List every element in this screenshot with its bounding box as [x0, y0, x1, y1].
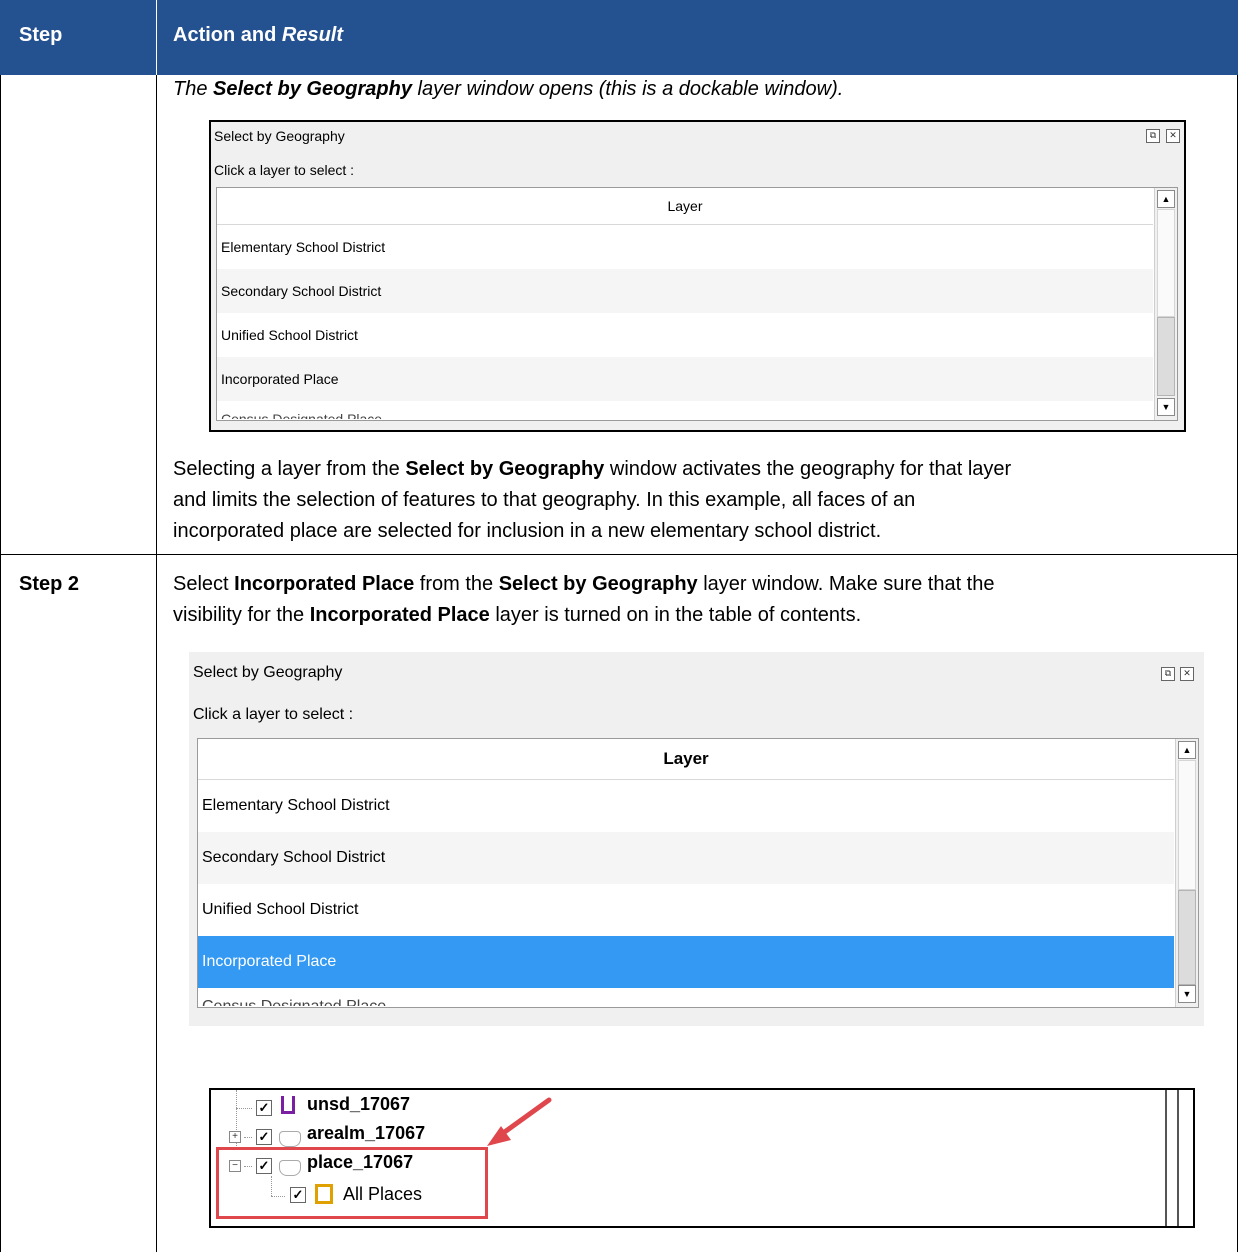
toc-item-arealm[interactable]: arealm_17067 [307, 1123, 425, 1144]
list-item[interactable]: Census Designated Place [198, 988, 1174, 1006]
close-icon[interactable]: ✕ [1180, 667, 1194, 681]
header-step: Step [19, 24, 63, 46]
select-by-geography-dialog-1: Select by Geography ⧉ ✕ Click a layer to… [209, 120, 1186, 432]
step-2-instructions: Select Incorporated Place from the Selec… [173, 569, 995, 631]
scrollbar[interactable]: ▲ ▼ [1154, 188, 1177, 420]
scroll-thumb[interactable] [1157, 317, 1175, 396]
list-item[interactable]: Unified School District [217, 313, 1153, 357]
list-item[interactable]: Incorporated Place [217, 357, 1153, 401]
result-pre: The [173, 78, 214, 100]
close-icon[interactable]: ✕ [1166, 129, 1180, 143]
column-header-layer[interactable]: Layer [198, 739, 1174, 780]
instr-e: layer window. Make sure that the [697, 573, 995, 595]
result-bold: Select by Geography [213, 78, 412, 100]
explanation-line-3: incorporated place are selected for incl… [173, 520, 882, 542]
explanation-line-1: Selecting a layer from the Select by Geo… [173, 454, 1011, 485]
instr2-a: visibility for the [173, 604, 310, 626]
highlight-box [216, 1147, 488, 1219]
header-divider [156, 0, 157, 75]
instr2-b: Incorporated Place [309, 604, 490, 626]
grid-mid [156, 75, 157, 1252]
scroll-up-icon[interactable]: ▲ [1178, 741, 1196, 759]
list-item[interactable]: Secondary School District [198, 832, 1174, 884]
column-header-layer[interactable]: Layer [217, 188, 1153, 225]
grid-row-sep [0, 554, 1238, 555]
result-sentence: The Select by Geography layer window ope… [173, 74, 843, 105]
instr-c: from the [414, 573, 499, 595]
explain-post: window activates the geography for that … [604, 458, 1012, 480]
step-2-label: Step 2 [19, 573, 80, 595]
grid-left [0, 75, 1, 1252]
document-page: Step Action and Result The Select by Geo… [0, 0, 1238, 1252]
list-item[interactable]: Elementary School District [198, 780, 1174, 832]
visibility-checkbox[interactable]: ✓ [256, 1100, 272, 1116]
instr-d: Select by Geography [498, 573, 698, 595]
instr-a: Select [173, 573, 235, 595]
explanation-line-2: and limits the selection of features to … [173, 489, 916, 511]
select-by-geography-dialog-2: Select by Geography ⧉ ✕ Click a layer to… [189, 652, 1204, 1026]
dialog-prompt: Click a layer to select : [193, 706, 354, 723]
expand-icon[interactable]: + [229, 1131, 241, 1143]
list-item[interactable]: Census Designated Place [217, 401, 1153, 419]
polygon-gray-icon [279, 1131, 301, 1147]
instr-b: Incorporated Place [234, 573, 415, 595]
visibility-checkbox[interactable]: ✓ [256, 1129, 272, 1145]
instruction-line-1: Select Incorporated Place from the Selec… [173, 569, 995, 600]
float-icon[interactable]: ⧉ [1161, 667, 1175, 681]
list-item[interactable]: Secondary School District [217, 269, 1153, 313]
list-item[interactable]: Elementary School District [217, 225, 1153, 269]
scrollbar[interactable]: ▲ ▼ [1175, 739, 1198, 1007]
instr2-c: layer is turned on in the table of conte… [489, 604, 862, 626]
polygon-purple-icon [281, 1096, 295, 1114]
instruction-line-2: visibility for the Incorporated Place la… [173, 600, 995, 631]
panel-edge [1177, 1090, 1179, 1226]
layer-list: Layer Elementary School District Seconda… [197, 738, 1199, 1008]
list-item[interactable]: Unified School District [198, 884, 1174, 936]
scroll-track[interactable] [1178, 760, 1196, 890]
layer-list: Layer Elementary School District Seconda… [216, 187, 1178, 421]
explain-pre: Selecting a layer from the [173, 458, 406, 480]
toc-item-unsd[interactable]: unsd_17067 [307, 1094, 410, 1115]
explanation-paragraph: Selecting a layer from the Select by Geo… [173, 454, 1011, 547]
scroll-track[interactable] [1157, 209, 1175, 317]
tree-line [236, 1108, 252, 1109]
scroll-thumb[interactable] [1178, 890, 1196, 985]
tree-line [244, 1137, 252, 1138]
header-action-text: Action and [173, 24, 282, 46]
table-header: Step Action and Result [0, 0, 1238, 75]
dialog-title: Select by Geography [214, 128, 345, 144]
dialog-title: Select by Geography [193, 664, 343, 681]
table-of-contents: ✓ unsd_17067 + ✓ arealm_17067 − ✓ place_… [209, 1088, 1195, 1228]
red-arrow-icon [487, 1097, 552, 1146]
scroll-up-icon[interactable]: ▲ [1157, 190, 1175, 208]
list-item-selected[interactable]: Incorporated Place [198, 936, 1174, 988]
dialog-prompt: Click a layer to select : [214, 162, 355, 178]
header-result-text: Result [281, 24, 344, 46]
scroll-down-icon[interactable]: ▼ [1157, 398, 1175, 416]
float-icon[interactable]: ⧉ [1146, 129, 1160, 143]
panel-edge [1165, 1090, 1167, 1226]
explain-bold: Select by Geography [405, 458, 605, 480]
result-post: layer window opens (this is a dockable w… [412, 78, 844, 100]
scroll-down-icon[interactable]: ▼ [1178, 985, 1196, 1003]
header-action: Action and Result [173, 24, 343, 47]
